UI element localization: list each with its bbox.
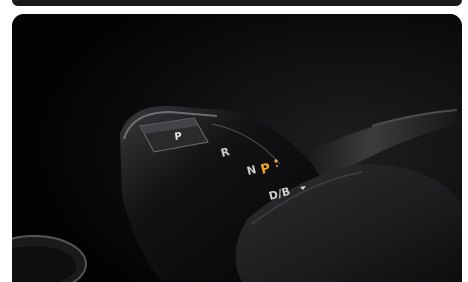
top-panel-strip xyxy=(12,0,462,6)
park-button-label: P xyxy=(174,131,183,143)
gear-selector-photo: P R N P D/B xyxy=(12,14,462,282)
park-indicator-dot xyxy=(275,164,279,168)
photo-frame: P R N P D/B xyxy=(12,14,462,282)
